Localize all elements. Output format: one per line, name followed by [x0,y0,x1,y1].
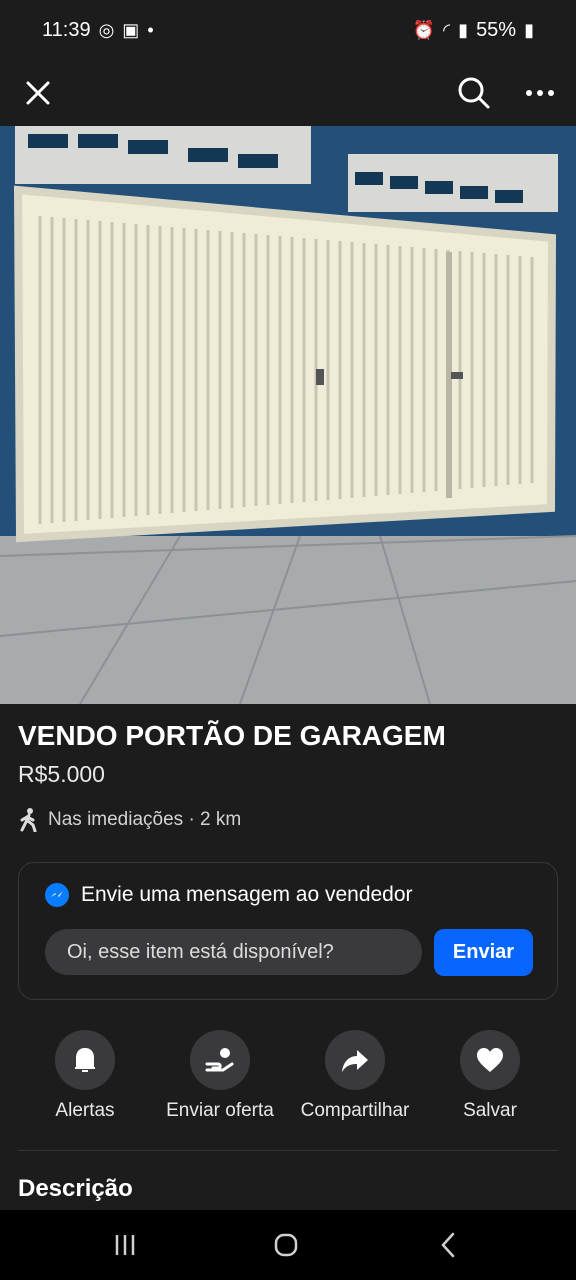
instagram-icon: ▣ [122,20,140,40]
signal-icon: ▮ [458,20,469,40]
description-title: Descrição [18,1175,133,1202]
share-icon-container [325,1030,385,1090]
android-navigation-bar [0,1210,576,1280]
location-text: Nas imediações · 2 km [48,809,242,830]
close-icon [26,81,50,105]
message-input[interactable] [45,929,422,975]
home-icon [274,1233,298,1257]
send-message-button[interactable]: Enviar [434,929,533,976]
alarm-icon: ⏰ [412,20,436,40]
whatsapp-icon: ◎ [98,20,115,40]
listing-price: R$5.000 [18,761,105,787]
back-icon [441,1232,455,1258]
search-icon [458,77,490,109]
app-bar-actions [456,75,558,111]
status-left: 11:39 ◎ ▣ • [42,19,154,42]
battery-percentage: 55% [476,18,517,41]
offer-icon-container [190,1030,250,1090]
status-right: ⏰ ◜ ▮ 55% ▮ [413,19,534,42]
notification-dot-icon: • [147,20,154,40]
home-button[interactable] [266,1230,306,1260]
walking-person-icon [20,808,37,832]
message-seller-card: Envie uma mensagem ao vendedor Enviar [18,862,558,1000]
close-button[interactable] [20,75,56,111]
listing-title: VENDO PORTÃO DE GARAGEM [18,720,446,751]
more-button[interactable] [522,75,558,111]
recent-apps-icon [115,1235,135,1255]
more-icon [526,90,554,96]
status-time: 11:39 [42,18,91,41]
share-label: Compartilhar [300,1100,410,1121]
bell-icon [75,1048,95,1072]
send-offer-button[interactable]: Enviar oferta [157,1030,283,1122]
recent-apps-button[interactable] [105,1230,145,1260]
listing-photo[interactable] [0,126,576,704]
location-info: Nas imediações · 2 km [18,808,241,832]
save-label: Salvar [463,1100,517,1121]
status-bar: 11:39 ◎ ▣ • ⏰ ◜ ▮ 55% ▮ [0,0,576,60]
messenger-icon [45,883,69,907]
offer-icon [205,1048,234,1072]
heart-icon-container [460,1030,520,1090]
search-button[interactable] [456,75,492,111]
share-button[interactable]: Compartilhar [292,1030,418,1122]
app-bar [0,60,576,126]
garage-gate-photo [0,126,576,704]
alerts-button[interactable]: Alertas [22,1030,148,1122]
alerts-label: Alertas [55,1100,115,1121]
bell-icon-container [55,1030,115,1090]
send-offer-label: Enviar oferta [166,1100,274,1121]
wifi-icon: ◜ [443,20,451,40]
heart-icon [477,1048,503,1072]
battery-icon: ▮ [524,20,534,40]
message-heading: Envie uma mensagem ao vendedor [81,883,413,906]
listing-actions: Alertas Enviar oferta Compartilhar Salva… [0,1030,576,1130]
back-button[interactable] [428,1230,468,1260]
message-heading-row: Envie uma mensagem ao vendedor [45,883,413,907]
share-icon [342,1050,368,1072]
section-divider [18,1150,558,1151]
save-button[interactable]: Salvar [427,1030,553,1122]
